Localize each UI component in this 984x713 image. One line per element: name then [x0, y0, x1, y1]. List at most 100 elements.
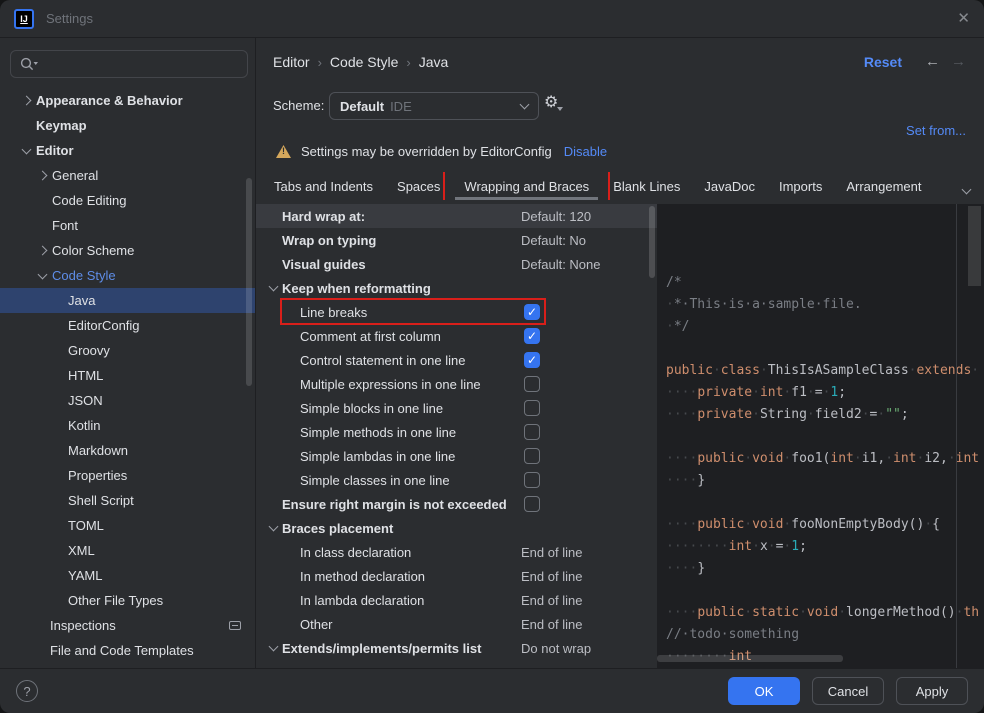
setting-row-in-class-declaration[interactable]: In class declarationEnd of line: [256, 540, 657, 564]
checkbox-unchecked[interactable]: [524, 472, 540, 488]
sidebar-item-yaml[interactable]: YAML: [0, 563, 255, 588]
sidebar-item-other-file-types[interactable]: Other File Types: [0, 588, 255, 613]
setting-value[interactable]: End of line: [521, 569, 582, 584]
settings-scrollbar[interactable]: [649, 206, 655, 278]
setting-row-visual-guides[interactable]: Visual guidesDefault: None: [256, 252, 657, 276]
sidebar-item-editor[interactable]: Editor: [0, 138, 255, 163]
setting-value[interactable]: Default: None: [521, 257, 601, 272]
chevron-down-icon[interactable]: [264, 526, 282, 530]
sidebar-item-appearance-behavior[interactable]: Appearance & Behavior: [0, 88, 255, 113]
tab-label: Tabs and Indents: [274, 179, 373, 194]
chevron-down-icon[interactable]: [16, 149, 36, 153]
checkbox-unchecked[interactable]: [524, 376, 540, 392]
breadcrumb-item-editor[interactable]: Editor: [273, 54, 310, 70]
setting-row-keep-when-reformatting[interactable]: Keep when reformatting: [256, 276, 657, 300]
setting-row-in-method-declaration[interactable]: In method declarationEnd of line: [256, 564, 657, 588]
tab-tabs-and-indents[interactable]: Tabs and Indents: [262, 172, 385, 200]
sidebar-item-color-scheme[interactable]: Color Scheme: [0, 238, 255, 263]
gear-icon[interactable]: ⚙: [544, 95, 558, 111]
checkbox-checked[interactable]: ✓: [524, 352, 540, 368]
sidebar-item-general[interactable]: General: [0, 163, 255, 188]
sidebar-item-keymap[interactable]: Keymap: [0, 113, 255, 138]
sidebar-item-properties[interactable]: Properties: [0, 463, 255, 488]
sidebar-item-xml[interactable]: XML: [0, 538, 255, 563]
sidebar-item-json[interactable]: JSON: [0, 388, 255, 413]
search-input[interactable]: [10, 50, 248, 78]
tab-spaces[interactable]: Spaces: [385, 172, 452, 200]
tabs-overflow-button[interactable]: [963, 181, 970, 196]
breadcrumb-item-java[interactable]: Java: [419, 54, 449, 70]
tab-arrangement[interactable]: Arrangement: [834, 172, 933, 200]
sidebar-item-label: Color Scheme: [52, 243, 134, 258]
sidebar-item-kotlin[interactable]: Kotlin: [0, 413, 255, 438]
sidebar-item-editorconfig[interactable]: EditorConfig: [0, 313, 255, 338]
setting-row-braces-placement[interactable]: Braces placement: [256, 516, 657, 540]
code-vertical-scrollbar[interactable]: [968, 206, 981, 286]
setting-row-extends-implements-permits-list[interactable]: Extends/implements/permits listDo not wr…: [256, 636, 657, 660]
apply-button[interactable]: Apply: [896, 677, 968, 705]
setting-row-in-lambda-declaration[interactable]: In lambda declarationEnd of line: [256, 588, 657, 612]
setting-value[interactable]: End of line: [521, 617, 582, 632]
setting-value[interactable]: Default: No: [521, 233, 586, 248]
setting-row-simple-blocks-in-one-line[interactable]: Simple blocks in one line: [256, 396, 657, 420]
setting-row-comment-at-first-column[interactable]: Comment at first column✓: [256, 324, 657, 348]
disable-link[interactable]: Disable: [564, 144, 607, 159]
tab-javadoc[interactable]: JavaDoc: [692, 172, 767, 200]
sidebar-scrollbar[interactable]: [246, 178, 252, 386]
setting-value[interactable]: End of line: [521, 545, 582, 560]
setting-row-simple-methods-in-one-line[interactable]: Simple methods in one line: [256, 420, 657, 444]
checkbox-checked[interactable]: ✓: [524, 328, 540, 344]
tab-wrapping-and-braces[interactable]: Wrapping and Braces: [452, 172, 601, 200]
code-preview-pane[interactable]: /*·*·This·is·a·sample·file.·*/ public·cl…: [657, 204, 984, 668]
setting-value[interactable]: Default: 120: [521, 209, 591, 224]
setting-row-line-breaks[interactable]: Line breaks✓: [256, 300, 657, 324]
setting-row-wrap-on-typing[interactable]: Wrap on typingDefault: No: [256, 228, 657, 252]
sidebar-item-font[interactable]: Font: [0, 213, 255, 238]
checkbox-unchecked[interactable]: [524, 424, 540, 440]
set-from-link[interactable]: Set from...: [906, 123, 966, 138]
cancel-button[interactable]: Cancel: [812, 677, 884, 705]
setting-row-multiple-expressions-in-one-line[interactable]: Multiple expressions in one line: [256, 372, 657, 396]
settings-tree: Appearance & BehaviorKeymapEditorGeneral…: [0, 88, 255, 663]
chevron-down-icon[interactable]: [264, 646, 282, 650]
sidebar-item-code-editing[interactable]: Code Editing: [0, 188, 255, 213]
tab-blank-lines[interactable]: Blank Lines: [601, 172, 692, 200]
breadcrumb-item-code-style[interactable]: Code Style: [330, 54, 398, 70]
setting-row-simple-classes-in-one-line[interactable]: Simple classes in one line: [256, 468, 657, 492]
setting-row-control-statement-in-one-line[interactable]: Control statement in one line✓: [256, 348, 657, 372]
tab-imports[interactable]: Imports: [767, 172, 834, 200]
scheme-dropdown[interactable]: Default IDE: [329, 92, 539, 120]
checkbox-unchecked[interactable]: [524, 448, 540, 464]
sidebar-item-code-style[interactable]: Code Style: [0, 263, 255, 288]
sidebar-item-html[interactable]: HTML: [0, 363, 255, 388]
close-icon[interactable]: ✕: [957, 11, 970, 26]
chevron-down-icon[interactable]: [264, 286, 282, 290]
setting-row-ensure-right-margin-is-not-exceeded[interactable]: Ensure right margin is not exceeded: [256, 492, 657, 516]
setting-row-hard-wrap-at[interactable]: Hard wrap at:Default: 120: [256, 204, 657, 228]
chevron-right-icon[interactable]: [16, 97, 36, 104]
setting-value[interactable]: Do not wrap: [521, 641, 591, 656]
setting-row-other[interactable]: OtherEnd of line: [256, 612, 657, 636]
warning-text: Settings may be overridden by EditorConf…: [301, 144, 552, 159]
sidebar-item-label: TOML: [68, 518, 104, 533]
checkbox-unchecked[interactable]: [524, 400, 540, 416]
setting-row-simple-lambdas-in-one-line[interactable]: Simple lambdas in one line: [256, 444, 657, 468]
chevron-right-icon[interactable]: [32, 172, 52, 179]
sidebar-item-java[interactable]: Java: [0, 288, 255, 313]
chevron-right-icon[interactable]: [32, 247, 52, 254]
sidebar-item-markdown[interactable]: Markdown: [0, 438, 255, 463]
code-horizontal-scrollbar[interactable]: [657, 655, 843, 662]
sidebar-item-groovy[interactable]: Groovy: [0, 338, 255, 363]
back-arrow-icon[interactable]: ←: [925, 53, 940, 70]
sidebar-item-toml[interactable]: TOML: [0, 513, 255, 538]
checkbox-unchecked[interactable]: [524, 496, 540, 512]
sidebar-item-shell-script[interactable]: Shell Script: [0, 488, 255, 513]
reset-link[interactable]: Reset: [864, 54, 902, 70]
sidebar-item-inspections[interactable]: Inspections: [0, 613, 255, 638]
checkbox-checked[interactable]: ✓: [524, 304, 540, 320]
chevron-down-icon[interactable]: [32, 274, 52, 278]
setting-value[interactable]: End of line: [521, 593, 582, 608]
ok-button[interactable]: OK: [728, 677, 800, 705]
help-button[interactable]: ?: [16, 680, 38, 702]
sidebar-item-file-and-code-templates[interactable]: File and Code Templates: [0, 638, 255, 663]
